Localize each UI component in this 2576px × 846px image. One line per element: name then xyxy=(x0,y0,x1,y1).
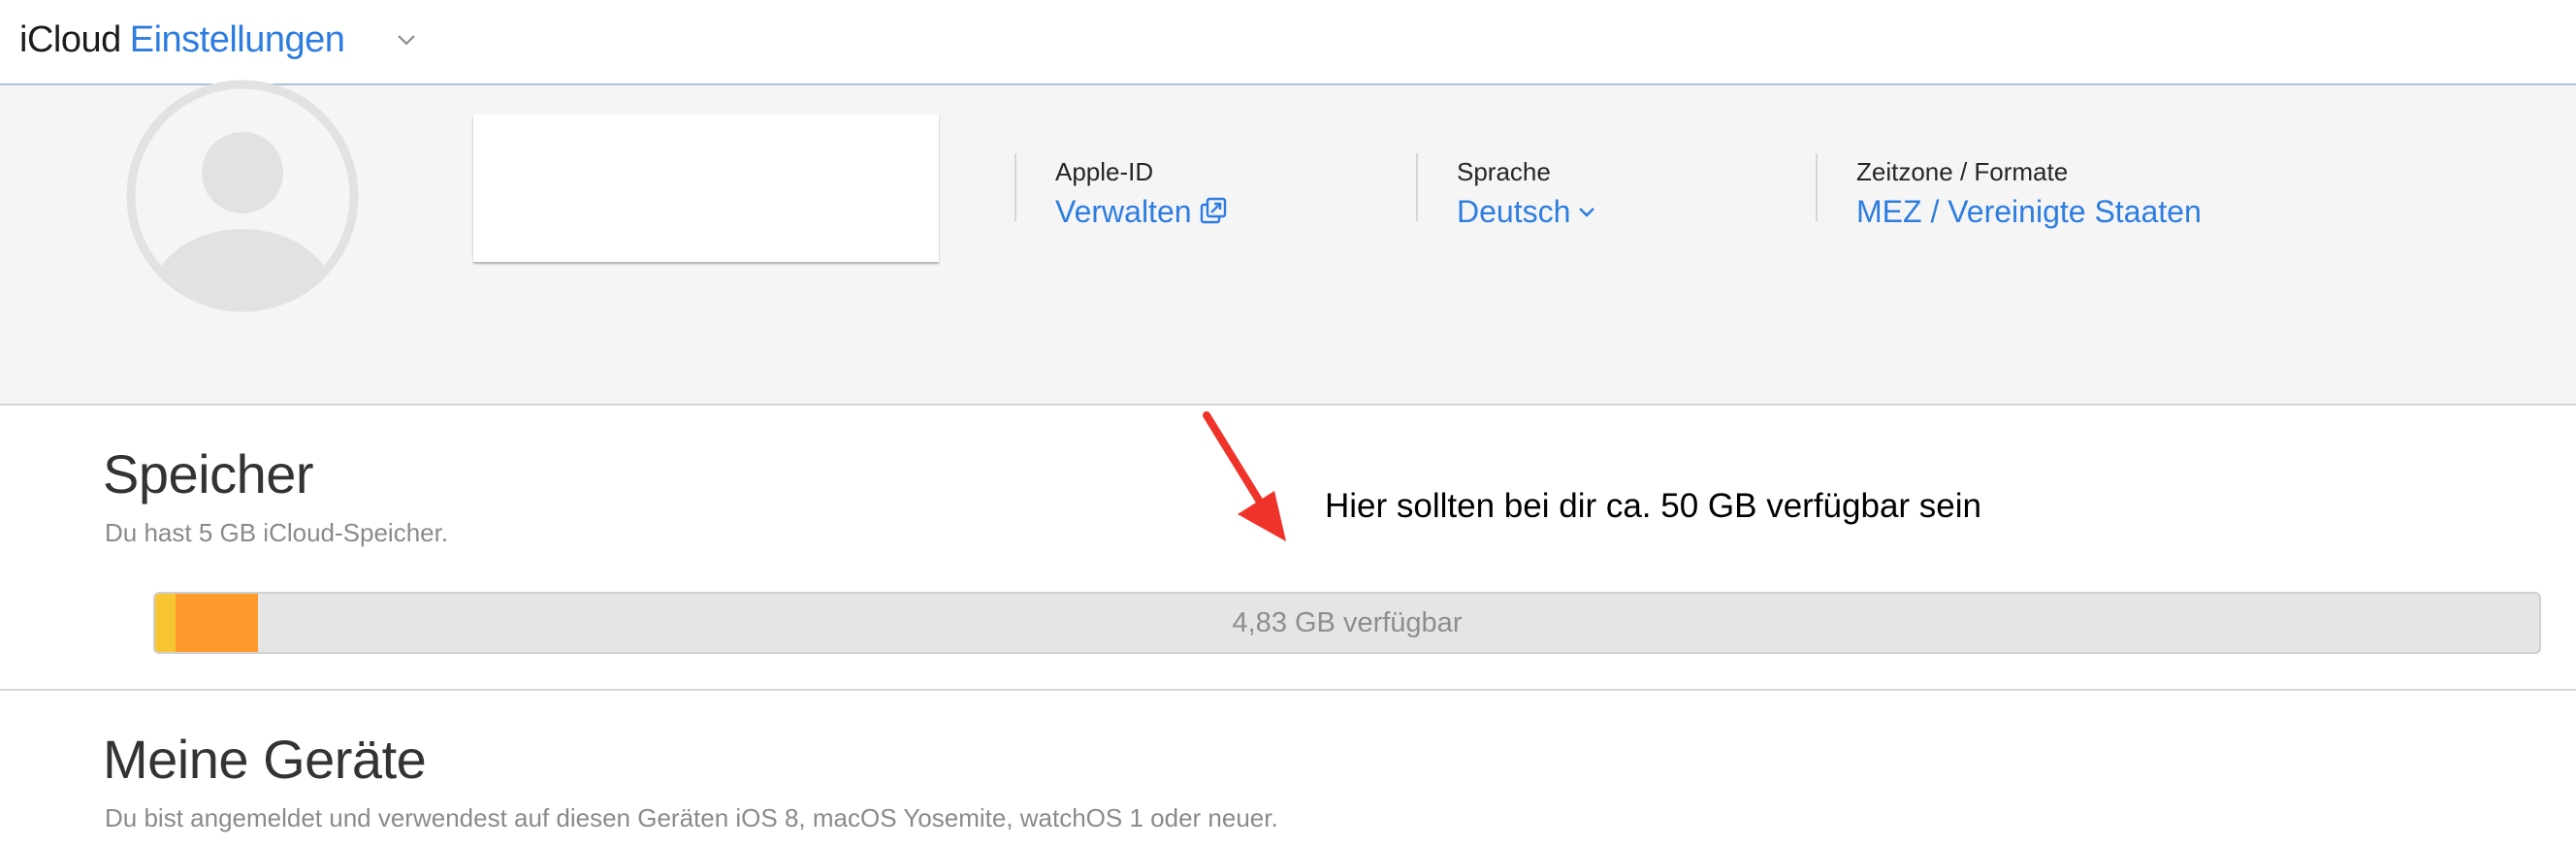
apple-id-label: Apple-ID xyxy=(1055,157,1154,186)
devices-subtitle: Du bist angemeldet und verwendest auf di… xyxy=(105,803,1278,832)
apple-id-column: Apple-ID Verwalten xyxy=(1014,153,1226,229)
language-column: Sprache Deutsch xyxy=(1416,153,1595,229)
manage-apple-id-link[interactable]: Verwalten xyxy=(1055,194,1227,230)
account-band: Apple-ID Verwalten Sprache Deutsch Zeitz… xyxy=(0,80,2576,406)
storage-available-label: 4,83 GB verfügbar xyxy=(1232,607,1463,638)
manage-link-text: Verwalten xyxy=(1055,194,1192,229)
timezone-label: Zeitzone / Formate xyxy=(1856,157,2069,186)
name-card xyxy=(473,114,939,262)
storage-title: Speicher xyxy=(103,443,314,504)
section-divider xyxy=(0,689,2576,691)
timezone-link[interactable]: MEZ / Vereinigte Staaten xyxy=(1856,194,2202,230)
app-title[interactable]: iCloud Einstellungen xyxy=(19,19,345,61)
external-link-icon xyxy=(1200,197,1226,223)
language-label: Sprache xyxy=(1457,157,1551,186)
chevron-down-icon xyxy=(1579,207,1595,217)
top-bar: iCloud Einstellungen xyxy=(0,0,2576,85)
devices-title: Meine Geräte xyxy=(103,729,427,790)
timezone-column: Zeitzone / Formate MEZ / Vereinigte Staa… xyxy=(1816,153,2202,229)
avatar-icon xyxy=(126,80,359,312)
language-select[interactable]: Deutsch xyxy=(1457,194,1595,230)
storage-bar: 4,83 GB verfügbar xyxy=(153,592,2541,654)
annotation-text: Hier sollten bei dir ca. 50 GB verfügbar… xyxy=(1325,487,1981,525)
red-arrow-icon xyxy=(1203,411,1286,541)
chevron-down-icon[interactable] xyxy=(396,33,417,47)
storage-subtitle: Du hast 5 GB iCloud-Speicher. xyxy=(105,518,449,547)
section-name[interactable]: Einstellungen xyxy=(130,19,345,60)
app-name: iCloud xyxy=(19,19,121,60)
language-value: Deutsch xyxy=(1457,194,1571,229)
